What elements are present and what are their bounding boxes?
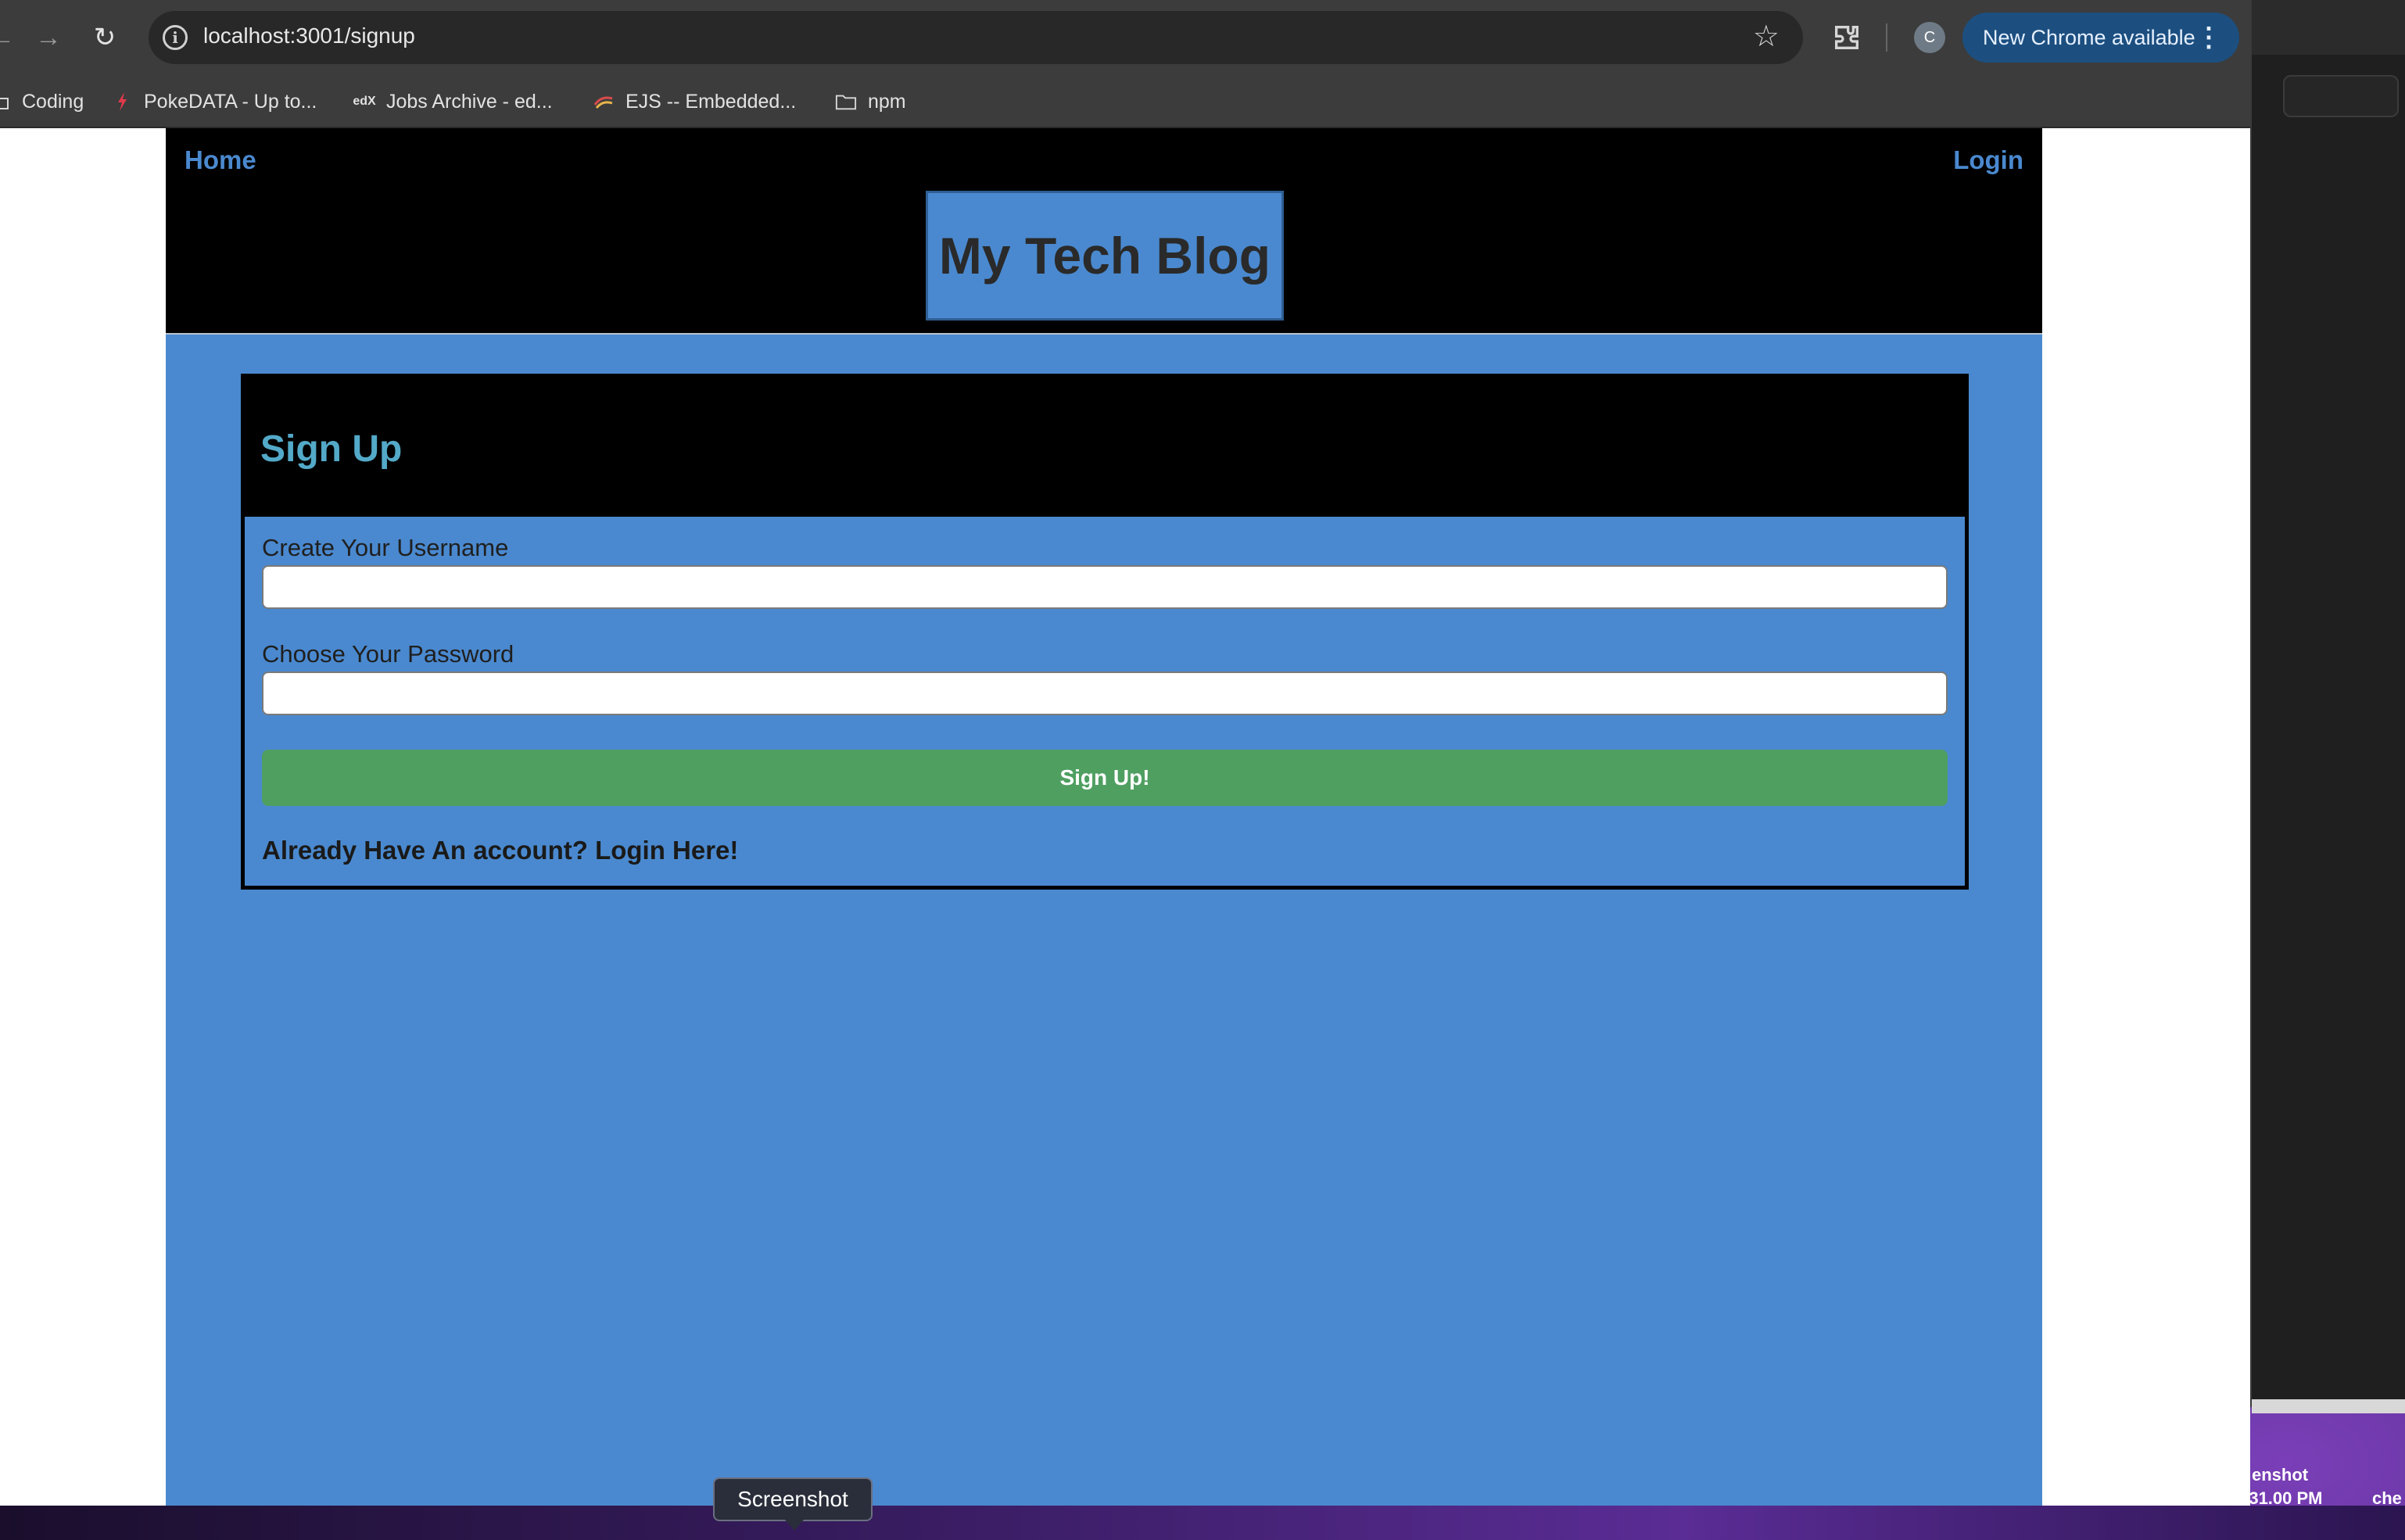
folder-icon (0, 91, 11, 113)
login-here-link[interactable]: Already Have An account? Login Here! (262, 836, 738, 865)
reload-icon[interactable]: ↻ (84, 17, 125, 58)
bookmark-label: Coding (22, 90, 84, 113)
chrome-update-label: New Chrome available (1983, 25, 2195, 49)
bookmark-label: npm (868, 90, 906, 113)
edx-favicon-icon: edX (353, 95, 376, 108)
bookmark-label: PokeDATA - Up to... (144, 90, 317, 113)
bookmark-coding[interactable]: Coding (0, 84, 84, 119)
site-title-box: My Tech Blog (926, 191, 1284, 321)
address-bar[interactable]: i localhost:3001/signup ☆ (149, 11, 1803, 64)
bookmark-ejs[interactable]: EJS -- Embedded... (593, 84, 796, 119)
browser-window: ← → ↻ i localhost:3001/signup ☆ C New Ch… (0, 0, 2250, 1506)
background-window-titlebar (2252, 0, 2405, 55)
bookmark-npm[interactable]: npm (835, 84, 906, 119)
nav-home-link[interactable]: Home (185, 145, 256, 175)
username-input[interactable] (262, 565, 1948, 609)
extensions-icon[interactable] (1828, 17, 1866, 58)
bookmark-star-icon[interactable]: ☆ (1753, 19, 1780, 54)
nav-login-link[interactable]: Login (1953, 145, 2023, 175)
background-window-field (2283, 75, 2399, 117)
signup-submit-button[interactable]: Sign Up! (262, 750, 1948, 806)
toolbar-divider (1886, 23, 1887, 52)
url-text[interactable]: localhost:3001/signup (203, 23, 415, 48)
signup-card-header: Sign Up (245, 378, 1965, 517)
background-window-edge (2252, 1399, 2405, 1413)
ejs-favicon-icon (593, 91, 615, 113)
kebab-menu-icon[interactable]: ⋮ (2195, 22, 2222, 53)
back-icon[interactable]: ← (0, 17, 22, 58)
background-window (2250, 0, 2405, 1413)
bookmark-jobs-archive[interactable]: edX Jobs Archive - ed... (353, 84, 553, 119)
site-container: Home Login My Tech Blog Sign Up Create Y… (166, 128, 2042, 1506)
site-title: My Tech Blog (938, 227, 1271, 285)
screenshot-tooltip: Screenshot (713, 1477, 873, 1531)
signup-card: Sign Up Create Your Username Choose Your… (241, 374, 1969, 890)
username-label: Create Your Username (262, 534, 509, 561)
bookmark-label: Jobs Archive - ed... (386, 90, 553, 113)
bookmarks-bar: Coding PokeDATA - Up to... edX Jobs Arch… (0, 75, 2250, 128)
signup-heading: Sign Up (260, 428, 403, 470)
chrome-update-button[interactable]: New Chrome available ⋮ (1962, 13, 2239, 63)
site-header: Home Login My Tech Blog (166, 128, 2042, 335)
bookmark-pokedata[interactable]: PokeDATA - Up to... (111, 84, 317, 119)
page-viewport: Home Login My Tech Blog Sign Up Create Y… (0, 128, 2250, 1506)
pokedata-favicon-icon (111, 91, 133, 113)
bookmark-label: EJS -- Embedded... (625, 90, 797, 113)
password-input[interactable] (262, 672, 1948, 715)
folder-icon (835, 91, 857, 113)
site-info-icon[interactable]: i (163, 25, 188, 50)
password-label: Choose Your Password (262, 640, 514, 668)
profile-avatar[interactable]: C (1914, 22, 1945, 53)
forward-icon[interactable]: → (28, 17, 69, 58)
desktop-partial-label: enshot (2252, 1465, 2309, 1484)
dock (0, 1506, 2405, 1540)
browser-toolbar: ← → ↻ i localhost:3001/signup ☆ C New Ch… (0, 0, 2250, 75)
